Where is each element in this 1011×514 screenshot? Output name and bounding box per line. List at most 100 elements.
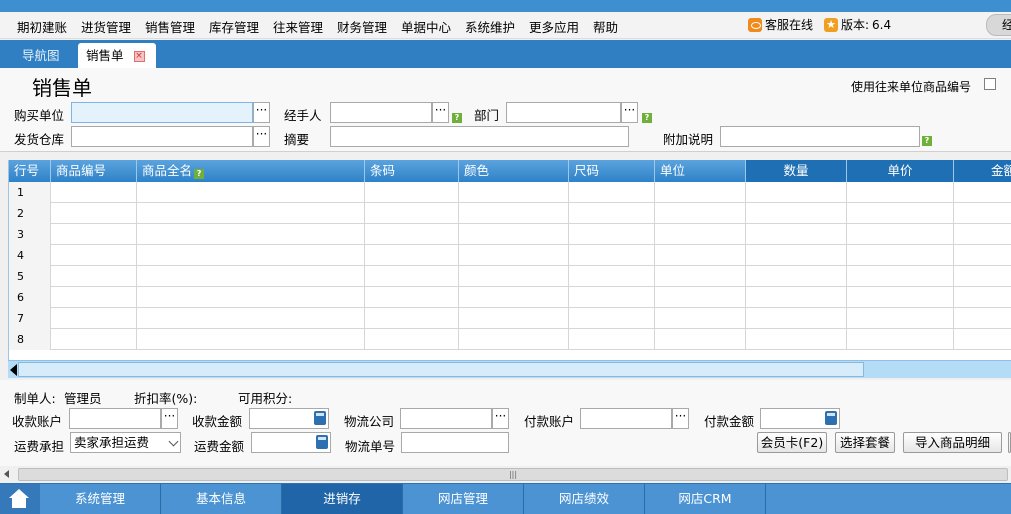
buyer-browse-button[interactable]: ···	[253, 102, 270, 123]
table-row[interactable]: 6	[9, 287, 1011, 308]
column-header-unit[interactable]: 单位	[655, 160, 746, 182]
grid-cell[interactable]	[569, 266, 655, 287]
column-header-quantity[interactable]: 数量	[746, 160, 847, 182]
tab-sales-order[interactable]: 销售单 ×	[78, 43, 156, 68]
column-header-product-code[interactable]: 商品编号	[51, 160, 137, 182]
grid-cell[interactable]	[51, 287, 137, 308]
grid-cell[interactable]	[655, 182, 746, 203]
grid-cell[interactable]	[365, 329, 459, 350]
grid-cell[interactable]	[569, 329, 655, 350]
grid-cell[interactable]	[51, 245, 137, 266]
choose-package-button[interactable]: 选择套餐	[835, 432, 895, 453]
grid-cell[interactable]	[137, 287, 365, 308]
grid-cell[interactable]	[655, 224, 746, 245]
dept-browse-button[interactable]: ···	[621, 102, 638, 123]
menu-item-documents[interactable]: 单据中心	[401, 17, 451, 36]
calculator-icon[interactable]	[316, 435, 328, 449]
menu-item-accounts[interactable]: 往来管理	[273, 17, 323, 36]
grid-cell[interactable]	[365, 287, 459, 308]
menu-item-purchase[interactable]: 进货管理	[81, 17, 131, 36]
grid-cell[interactable]	[459, 245, 569, 266]
grid-cell[interactable]	[459, 287, 569, 308]
grid-cell[interactable]	[655, 203, 746, 224]
user-pill-button[interactable]: 经	[986, 14, 1011, 36]
grid-cell[interactable]	[365, 224, 459, 245]
column-header-row-number[interactable]: 行号	[9, 160, 51, 182]
table-row[interactable]: 5	[9, 266, 1011, 287]
grid-cell[interactable]	[569, 203, 655, 224]
pay-account-input[interactable]	[580, 408, 672, 429]
grid-cell[interactable]	[746, 245, 847, 266]
page-scroll-thumb[interactable]: |||	[18, 468, 1008, 481]
table-row[interactable]: 4	[9, 245, 1011, 266]
grid-cell[interactable]	[365, 245, 459, 266]
buyer-input[interactable]	[71, 102, 253, 123]
grid-cell[interactable]	[137, 182, 365, 203]
grid-cell[interactable]	[459, 224, 569, 245]
grid-cell[interactable]	[459, 329, 569, 350]
grid-cell[interactable]	[746, 287, 847, 308]
grid-cell[interactable]	[847, 287, 954, 308]
note-input[interactable]	[720, 126, 920, 147]
table-row[interactable]: 3	[9, 224, 1011, 245]
summary-input[interactable]	[330, 126, 629, 147]
column-header-barcode[interactable]: 条码	[365, 160, 459, 182]
grid-cell[interactable]	[746, 266, 847, 287]
help-icon[interactable]: ?	[194, 169, 205, 179]
grid-cell[interactable]	[569, 308, 655, 329]
grid-cell[interactable]	[569, 287, 655, 308]
grid-cell[interactable]	[51, 308, 137, 329]
grid-cell[interactable]	[137, 266, 365, 287]
help-icon[interactable]: ?	[642, 113, 652, 123]
grid-cell[interactable]	[459, 308, 569, 329]
grid-cell[interactable]	[569, 224, 655, 245]
grid-cell[interactable]	[137, 245, 365, 266]
table-row[interactable]: 7	[9, 308, 1011, 329]
grid-cell[interactable]	[459, 182, 569, 203]
taskbar-item-inventory[interactable]: 进销存	[282, 484, 403, 514]
grid-cell[interactable]	[137, 329, 365, 350]
grid-cell[interactable]	[137, 203, 365, 224]
freight-select[interactable]: 卖家承担运费	[70, 432, 181, 453]
warehouse-input[interactable]	[71, 126, 253, 147]
grid-cell[interactable]	[459, 266, 569, 287]
grid-cell[interactable]	[847, 329, 954, 350]
import-detail-button[interactable]: 导入商品明细	[903, 432, 1002, 453]
column-header-price[interactable]: 单价	[847, 160, 954, 182]
table-row[interactable]: 2	[9, 203, 1011, 224]
grid-cell[interactable]	[365, 203, 459, 224]
grid-cell[interactable]	[655, 287, 746, 308]
grid-cell[interactable]	[954, 266, 1011, 287]
scroll-left-icon[interactable]	[4, 470, 9, 478]
grid-cell[interactable]	[51, 203, 137, 224]
taskbar-item-shop-management[interactable]: 网店管理	[403, 484, 524, 514]
grid-cell[interactable]	[365, 308, 459, 329]
menu-item-finance[interactable]: 财务管理	[337, 17, 387, 36]
receive-account-browse-button[interactable]: ···	[161, 408, 178, 429]
grid-cell[interactable]	[746, 203, 847, 224]
grid-cell[interactable]	[847, 203, 954, 224]
grid-cell[interactable]	[459, 203, 569, 224]
grid-cell[interactable]	[51, 224, 137, 245]
grid-cell[interactable]	[954, 329, 1011, 350]
grid-cell[interactable]	[954, 308, 1011, 329]
page-horizontal-scrollbar[interactable]: |||	[0, 466, 1011, 483]
table-row[interactable]: 1	[9, 182, 1011, 203]
tab-navigation[interactable]: 导航图	[14, 43, 68, 68]
menu-item-system[interactable]: 系统维护	[465, 17, 515, 36]
grid-cell[interactable]	[746, 224, 847, 245]
taskbar-item-shop-crm[interactable]: 网店CRM	[645, 484, 766, 514]
grid-cell[interactable]	[954, 203, 1011, 224]
help-icon[interactable]: ?	[922, 136, 932, 146]
grid-cell[interactable]	[137, 308, 365, 329]
logistics-company-input[interactable]	[400, 408, 492, 429]
taskbar-item-system[interactable]: 系统管理	[40, 484, 161, 514]
grid-cell[interactable]	[137, 224, 365, 245]
grid-cell[interactable]	[954, 245, 1011, 266]
handler-browse-button[interactable]: ···	[432, 102, 449, 123]
home-button[interactable]	[0, 484, 40, 514]
grid-horizontal-scrollbar[interactable]	[8, 360, 1011, 378]
grid-cell[interactable]	[51, 329, 137, 350]
calculator-icon[interactable]	[314, 411, 326, 425]
grid-cell[interactable]	[746, 182, 847, 203]
